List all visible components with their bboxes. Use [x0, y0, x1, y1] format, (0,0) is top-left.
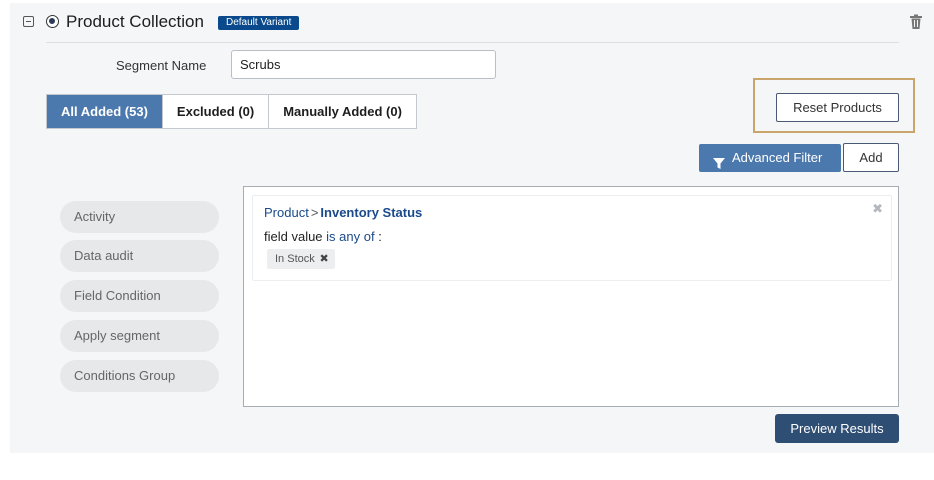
- collapse-icon[interactable]: [23, 16, 34, 27]
- condition-field-text: field value: [264, 229, 323, 244]
- reset-products-button[interactable]: Reset Products: [776, 93, 899, 122]
- side-item-data-audit[interactable]: Data audit: [60, 240, 219, 272]
- trash-icon[interactable]: [909, 14, 923, 30]
- default-radio-icon[interactable]: [46, 15, 59, 28]
- condition-colon: :: [378, 229, 382, 244]
- condition-card[interactable]: Product > Inventory Status field value is …: [252, 195, 892, 281]
- condition-path-parent: Product: [264, 205, 309, 220]
- filter-icon: [713, 152, 725, 169]
- condition-path: Product > Inventory Status: [264, 205, 422, 220]
- condition-path-field: Inventory Status: [320, 205, 423, 220]
- condition-path-separator: >: [310, 205, 319, 220]
- side-item-conditions-group[interactable]: Conditions Group: [60, 360, 219, 392]
- side-item-field-condition[interactable]: Field Condition: [60, 280, 219, 312]
- page-title: Product Collection: [66, 12, 204, 31]
- add-button[interactable]: Add: [843, 143, 899, 172]
- tab-manually-added[interactable]: Manually Added (0): [269, 95, 416, 128]
- value-chip-in-stock: In Stock ✖: [267, 249, 335, 269]
- side-item-activity[interactable]: Activity: [60, 201, 219, 233]
- segment-panel: Product Collection Default Variant Segme…: [10, 3, 934, 453]
- remove-condition-icon[interactable]: ✖: [872, 201, 883, 217]
- chip-label: In Stock: [275, 253, 315, 265]
- side-item-apply-segment[interactable]: Apply segment: [60, 320, 219, 352]
- condition-operator[interactable]: is any of: [326, 229, 374, 244]
- conditions-drop-area[interactable]: Product > Inventory Status field value is …: [243, 186, 899, 407]
- advanced-filter-button[interactable]: Advanced Filter: [699, 144, 841, 172]
- default-variant-badge: Default Variant: [218, 16, 300, 30]
- condition-expression: field value is any of :: [264, 229, 382, 244]
- segment-name-label: Segment Name: [116, 58, 207, 73]
- segment-name-input[interactable]: [231, 50, 496, 79]
- preview-results-button[interactable]: Preview Results: [775, 414, 899, 443]
- tab-all-added[interactable]: All Added (53): [47, 95, 163, 128]
- product-tabs: All Added (53) Excluded (0) Manually Add…: [46, 94, 417, 129]
- chip-close-icon[interactable]: ✖: [320, 249, 329, 269]
- tab-excluded[interactable]: Excluded (0): [163, 95, 270, 128]
- advanced-filter-label: Advanced Filter: [732, 150, 823, 165]
- header-divider: [46, 42, 899, 43]
